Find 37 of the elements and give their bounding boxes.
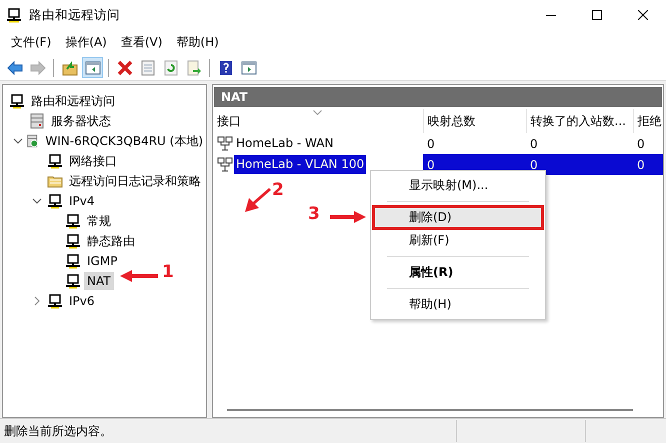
annotation-number: 2: [272, 180, 284, 200]
window-title: 路由和远程访问: [29, 6, 121, 24]
tree-item[interactable]: 网络接口: [66, 152, 120, 170]
column-header[interactable]: 接口: [213, 109, 423, 133]
menu-item[interactable]: 文件(F): [4, 30, 58, 55]
table-cell: 0: [526, 154, 633, 175]
column-header[interactable]: 转换了的入站数...: [526, 109, 633, 133]
table-cell[interactable]: HomeLab - VLAN 100: [234, 155, 366, 174]
table-cell: 0: [423, 133, 526, 154]
tree-item[interactable]: IPv4: [66, 192, 98, 210]
menu-item[interactable]: 显示映射(M)...: [373, 174, 543, 197]
status-text: 删除当前所选内容。: [4, 422, 113, 440]
tree-item[interactable]: 路由和远程访问: [28, 92, 118, 110]
tree-item[interactable]: 常规: [84, 212, 114, 230]
menu-item[interactable]: 删除(D): [373, 206, 543, 229]
menu-item[interactable]: 操作(A): [58, 30, 114, 55]
tree-item[interactable]: 服务器状态: [48, 112, 114, 130]
annotation-number: 1: [162, 262, 174, 282]
tree-item[interactable]: NAT: [84, 272, 114, 290]
table-cell: 0: [633, 154, 663, 175]
tree-item[interactable]: 静态路由: [84, 232, 138, 250]
column-header[interactable]: 拒绝: [633, 109, 663, 133]
menu-item[interactable]: 帮助(H): [373, 293, 543, 316]
column-header[interactable]: 映射总数: [423, 109, 526, 133]
table-cell: 0: [526, 133, 633, 154]
tree-item[interactable]: IGMP: [84, 252, 120, 270]
menu-item[interactable]: 帮助(H): [169, 30, 226, 55]
table-cell[interactable]: HomeLab - WAN: [234, 134, 336, 153]
table-cell: 0: [633, 133, 663, 154]
annotation-number: 3: [308, 204, 320, 224]
menu-item[interactable]: 查看(V): [114, 30, 170, 55]
menu-item[interactable]: 属性(R): [373, 261, 543, 284]
tree-item[interactable]: 远程访问日志记录和策略: [66, 172, 204, 190]
tree-item[interactable]: IPv6: [66, 292, 98, 310]
tree-item[interactable]: WIN-6RQCK3QB4RU (本地): [42, 132, 206, 150]
menu-item[interactable]: 刷新(F): [373, 229, 543, 252]
pane-title: NAT: [214, 87, 662, 107]
